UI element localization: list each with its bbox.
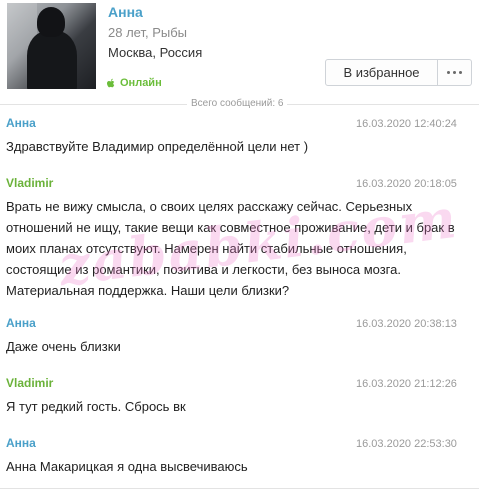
message-time: 16.03.2020 20:38:13 xyxy=(356,318,457,330)
message-author[interactable]: Анна xyxy=(6,316,36,330)
more-dots-icon xyxy=(447,71,450,74)
total-messages: Всего сообщений: 6 xyxy=(187,98,288,109)
message-text: Даже очень близки xyxy=(6,339,121,354)
profile-name[interactable]: Анна xyxy=(108,4,143,20)
message-text: Я тут редкий гость. Сбрось вк xyxy=(6,399,186,414)
bottom-divider xyxy=(0,488,479,489)
message-author[interactable]: Анна xyxy=(6,436,36,450)
apple-icon xyxy=(107,78,115,87)
avatar[interactable] xyxy=(7,3,96,89)
message-text: Врать не вижу смысла, о своих целях расс… xyxy=(6,199,455,298)
message-text: Анна Макарицкая я одна высвечиваюсь xyxy=(6,459,248,474)
profile-location: Москва, Россия xyxy=(108,45,203,60)
message-time: 16.03.2020 20:18:05 xyxy=(356,178,457,190)
message-time: 16.03.2020 22:53:30 xyxy=(356,438,457,450)
online-status: Онлайн xyxy=(106,77,162,89)
message-author[interactable]: Vladimir xyxy=(6,176,53,190)
profile-header: Анна 28 лет, Рыбы Москва, Россия Онлайн … xyxy=(0,0,479,95)
message-text: Здравствуйте Владимир определённой цели … xyxy=(6,139,309,154)
message-time: 16.03.2020 21:12:26 xyxy=(356,378,457,390)
add-to-favorites-button[interactable]: В избранное xyxy=(325,59,438,86)
profile-age: 28 лет, Рыбы xyxy=(108,25,187,40)
more-options-button[interactable] xyxy=(438,59,472,86)
online-label: Онлайн xyxy=(120,77,162,89)
message-author[interactable]: Vladimir xyxy=(6,376,53,390)
message-time: 16.03.2020 12:40:24 xyxy=(356,118,457,130)
message-author[interactable]: Анна xyxy=(6,116,36,130)
